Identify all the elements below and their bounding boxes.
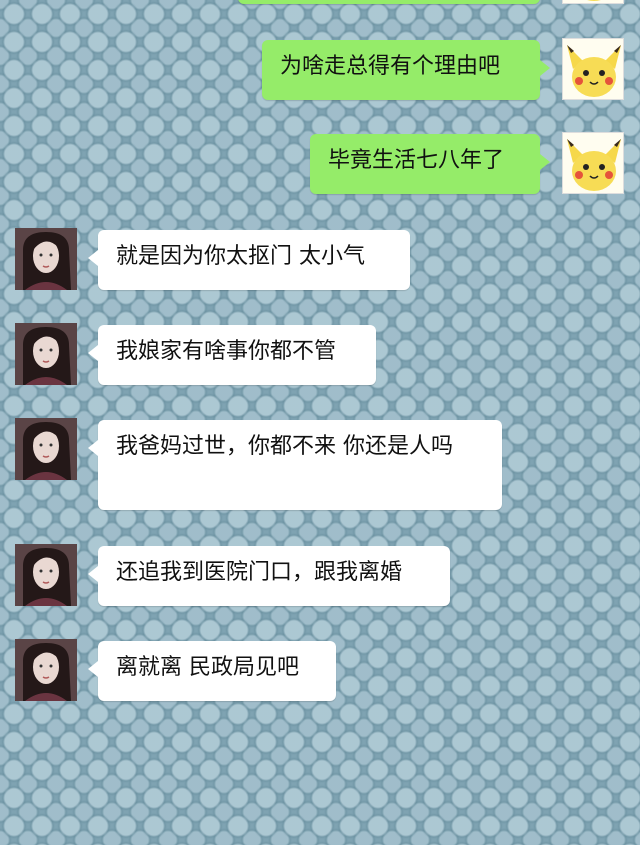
message-bubble[interactable]: 我娘家有啥事你都不管 — [88, 325, 376, 385]
woman-avatar-icon[interactable] — [15, 228, 77, 290]
message-text: 还追我到医院门口，跟我离婚 — [116, 560, 403, 585]
message-text: 我娘家有啥事你都不管 — [116, 339, 337, 364]
message-text: 毕竟生活七八年了 — [328, 148, 505, 173]
pikachu-avatar-icon[interactable] — [562, 38, 624, 100]
message-bubble[interactable]: 就是因为你太抠门 太小气 — [88, 230, 410, 290]
chat-message-list[interactable]: 为啥走总得有个理由吧 毕竟生活七八年了 就是因为你太抠门 太小气 我娘家有啥事你… — [0, 0, 640, 845]
message-bubble[interactable]: 还追我到医院门口，跟我离婚 — [88, 546, 450, 606]
woman-avatar-icon[interactable] — [15, 544, 77, 606]
message-text: 为啥走总得有个理由吧 — [280, 54, 501, 79]
message-bubble[interactable]: 毕竟生活七八年了 — [310, 134, 550, 194]
pikachu-avatar-icon[interactable] — [562, 0, 624, 4]
message-text: 就是因为你太抠门 太小气 — [116, 244, 365, 269]
message-bubble[interactable]: 我爸妈过世，你都不来 你还是人吗 — [88, 420, 502, 510]
message-text: 我爸妈过世，你都不来 你还是人吗 — [116, 434, 453, 459]
woman-avatar-icon[interactable] — [15, 323, 77, 385]
woman-avatar-icon[interactable] — [15, 639, 77, 701]
message-text: 离就离 民政局见吧 — [116, 655, 299, 680]
woman-avatar-icon[interactable] — [15, 418, 77, 480]
message-bubble[interactable]: 为啥走总得有个理由吧 — [262, 40, 550, 100]
message-bubble[interactable]: 离就离 民政局见吧 — [88, 641, 336, 701]
pikachu-avatar-icon[interactable] — [562, 132, 624, 194]
message-bubble-partial[interactable] — [238, 0, 540, 4]
